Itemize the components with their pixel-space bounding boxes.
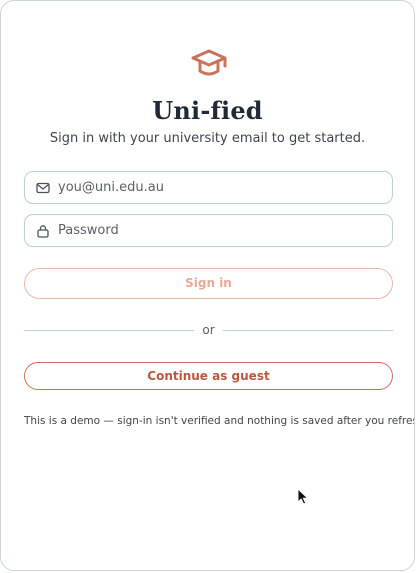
email-input[interactable] [58, 172, 378, 203]
signin-card: Uni-fied Sign in with your university em… [0, 0, 415, 571]
divider-left [24, 330, 194, 331]
app-subtitle: Sign in with your university email to ge… [49, 131, 366, 146]
demo-note: This is a demo — sign-in isn't verified … [24, 415, 415, 427]
mouse-cursor-icon [297, 488, 309, 505]
app-title: Uni-fied [152, 96, 263, 125]
divider-right [223, 330, 393, 331]
email-field[interactable] [24, 171, 393, 204]
password-field[interactable] [24, 214, 393, 247]
divider-or-text: or [202, 323, 215, 337]
sign-in-button[interactable]: Sign in [24, 268, 393, 299]
graduation-cap-icon [191, 49, 227, 76]
lock-icon [37, 225, 49, 238]
password-input[interactable] [58, 215, 378, 246]
mail-icon [36, 182, 50, 194]
continue-as-guest-button[interactable]: Continue as guest [24, 362, 393, 390]
